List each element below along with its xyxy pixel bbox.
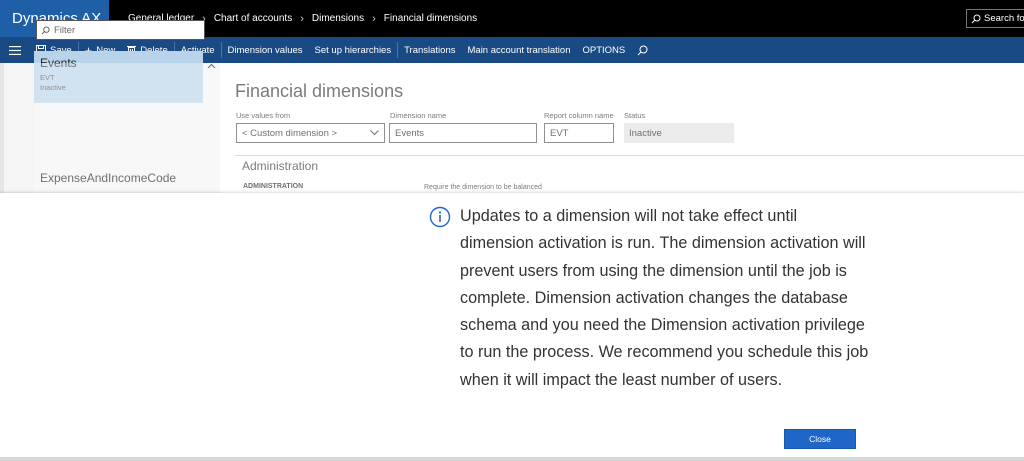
main-account-translation-label: Main account translation (467, 44, 571, 56)
options-label: OPTIONS (582, 44, 626, 56)
info-dialog: Updates to a dimension will not take eff… (0, 193, 1024, 457)
close-button[interactable]: Close (784, 429, 856, 449)
menu-icon[interactable] (0, 45, 30, 55)
search-icon[interactable] (631, 37, 654, 63)
chevron-right-icon: › (300, 12, 304, 25)
bottom-strip (0, 457, 1024, 461)
translations-button[interactable]: Translations (398, 37, 461, 63)
breadcrumb-item-dimensions[interactable]: Dimensions (312, 13, 364, 24)
setup-hierarchies-button[interactable]: Set up hierarchies (309, 37, 398, 63)
breadcrumb-item-chart-of-accounts[interactable]: Chart of accounts (214, 13, 292, 24)
chevron-right-icon: › (372, 12, 376, 25)
search-icon (41, 25, 50, 35)
options-button[interactable]: OPTIONS (576, 37, 631, 63)
breadcrumb-item-financial-dimensions[interactable]: Financial dimensions (384, 13, 477, 24)
filter-placeholder: Filter (54, 24, 76, 36)
translations-label: Translations (404, 44, 456, 56)
filter-input[interactable]: Filter (36, 20, 205, 40)
setup-hierarchies-label: Set up hierarchies (314, 44, 392, 56)
search-icon (971, 14, 981, 24)
info-icon (429, 206, 451, 233)
main-account-translation-button[interactable]: Main account translation (462, 37, 577, 63)
search-placeholder: Search fo (984, 13, 1024, 24)
dialog-message: Updates to a dimension will not take eff… (460, 207, 869, 389)
global-search-input[interactable]: Search fo (966, 9, 1024, 28)
dimension-values-label: Dimension values (227, 44, 303, 56)
dimension-values-button[interactable]: Dimension values (222, 37, 309, 63)
